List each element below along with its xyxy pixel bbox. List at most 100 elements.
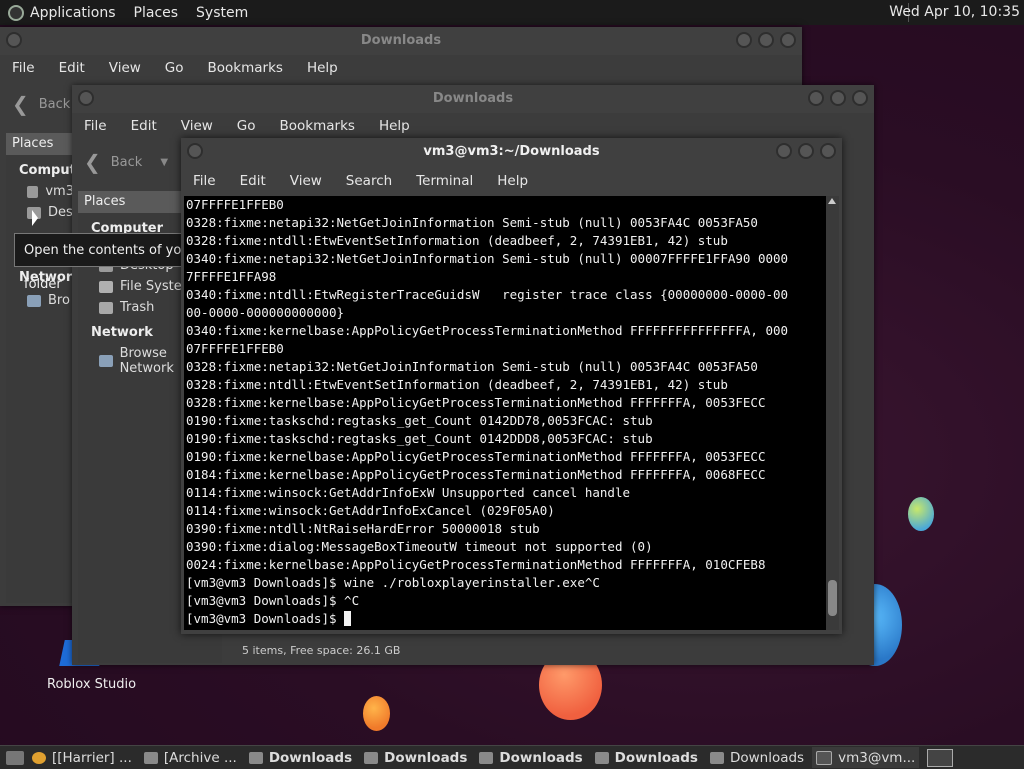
- minimize-button[interactable]: [736, 32, 752, 48]
- maximize-button[interactable]: [798, 143, 814, 159]
- window-menu-button[interactable]: [187, 143, 203, 159]
- close-button[interactable]: [820, 143, 836, 159]
- terminal-line: 0340:fixme:kernelbase:AppPolicyGetProces…: [186, 323, 789, 338]
- terminal-titlebar[interactable]: vm3@vm3:~/Downloads: [181, 138, 842, 166]
- window-title: Downloads: [360, 33, 442, 48]
- menu-bookmarks[interactable]: Bookmarks: [208, 60, 283, 76]
- terminal-scrollbar[interactable]: [826, 196, 839, 630]
- menu-bookmarks[interactable]: Bookmarks: [280, 118, 355, 134]
- window-menu-button[interactable]: [78, 90, 94, 106]
- show-desktop-icon[interactable]: [6, 750, 24, 765]
- menu-go[interactable]: Go: [237, 118, 256, 134]
- menu-file[interactable]: File: [84, 118, 107, 134]
- task-label: vm3@vm...: [838, 749, 916, 766]
- menubar: File Edit View Go Bookmarks Help: [0, 55, 802, 81]
- window-title: vm3@vm3:~/Downloads: [423, 144, 600, 159]
- desktop-decor-orange-small-ball: [363, 696, 390, 731]
- menu-edit[interactable]: Edit: [240, 173, 266, 189]
- terminal-line: 0190:fixme:kernelbase:AppPolicyGetProces…: [186, 449, 766, 464]
- scroll-up-arrow-icon[interactable]: [828, 198, 836, 204]
- scrollbar-thumb[interactable]: [828, 580, 837, 616]
- terminal-line: 0328:fixme:ntdll:EtwEventSetInformation …: [186, 233, 728, 248]
- sidebar: Places Compute vm3 Des Network Bro: [6, 133, 85, 603]
- terminal-window[interactable]: vm3@vm3:~/Downloads File Edit View Searc…: [181, 138, 842, 634]
- close-button[interactable]: [852, 90, 868, 106]
- clock[interactable]: Wed Apr 10, 10:35: [889, 4, 1020, 20]
- terminal-line: [vm3@vm3 Downloads]$ wine ./robloxplayer…: [186, 575, 600, 590]
- menu-edit[interactable]: Edit: [59, 60, 85, 76]
- home-folder-icon: [27, 185, 39, 198]
- terminal-line: 0190:fixme:taskschd:regtasks_get_Count 0…: [186, 413, 653, 428]
- archive-icon: [143, 751, 158, 764]
- terminal-prompt-line[interactable]: [vm3@vm3 Downloads]$: [184, 610, 826, 628]
- folder-icon: [594, 751, 609, 764]
- sidebar-item-label: vm3: [45, 184, 74, 199]
- terminal-line: 0340:fixme:ntdll:EtwRegisterTraceGuidsW …: [186, 287, 789, 302]
- sidebar-item-label: Trash: [120, 300, 155, 315]
- menu-file[interactable]: File: [12, 60, 35, 76]
- minimize-button[interactable]: [808, 90, 824, 106]
- task-downloads-3[interactable]: Downloads: [475, 747, 586, 768]
- workspace-switcher[interactable]: [927, 748, 954, 767]
- task-terminal[interactable]: vm3@vm...: [812, 747, 920, 768]
- menubar: File Edit View Go Bookmarks Help: [72, 113, 874, 139]
- top-panel: Applications Places System Wed Apr 10, 1…: [0, 0, 1024, 25]
- network-icon: [99, 355, 113, 367]
- window-title: Downloads: [432, 91, 514, 106]
- menu-terminal[interactable]: Terminal: [416, 173, 473, 189]
- terminal-menubar: File Edit View Search Terminal Help: [181, 168, 842, 194]
- back-arrow-icon[interactable]: ❮: [12, 92, 29, 116]
- chevron-down-icon[interactable]: ▼: [160, 157, 168, 168]
- menu-view[interactable]: View: [290, 173, 322, 189]
- terminal-line: 0328:fixme:netapi32:NetGetJoinInformatio…: [186, 215, 758, 230]
- menu-system[interactable]: System: [196, 5, 248, 21]
- terminal-line: 0390:fixme:ntdll:NtRaiseHardError 500000…: [186, 521, 540, 536]
- desktop-icon-label[interactable]: Roblox Studio: [47, 677, 136, 692]
- menu-help[interactable]: Help: [497, 173, 528, 189]
- task-label: Downloads: [499, 749, 583, 766]
- terminal-line: 07FFFFE1FFEB0: [186, 341, 284, 356]
- menu-places[interactable]: Places: [134, 5, 179, 21]
- task-downloads-1[interactable]: Downloads: [245, 747, 356, 768]
- close-button[interactable]: [780, 32, 796, 48]
- menu-file[interactable]: File: [193, 173, 216, 189]
- terminal-line: 7FFFFE1FFA98: [186, 269, 277, 284]
- maximize-button[interactable]: [758, 32, 774, 48]
- task-downloads-2[interactable]: Downloads: [360, 747, 471, 768]
- back-button[interactable]: Back: [111, 155, 143, 170]
- desktop-decor-green-ball: [908, 497, 934, 531]
- folder-icon: [364, 751, 379, 764]
- task-downloads-5[interactable]: Downloads: [706, 747, 808, 768]
- back-arrow-icon[interactable]: ❮: [84, 150, 101, 174]
- terminal-prompt: [vm3@vm3 Downloads]$: [186, 611, 345, 626]
- sidebar-places-header[interactable]: Places: [6, 133, 74, 155]
- menu-applications[interactable]: Applications: [30, 5, 116, 21]
- minimize-button[interactable]: [776, 143, 792, 159]
- folder-icon: [709, 751, 724, 764]
- window-titlebar[interactable]: Downloads: [0, 27, 802, 55]
- menu-search[interactable]: Search: [346, 173, 392, 189]
- terminal-line: 0328:fixme:ntdll:EtwEventSetInformation …: [186, 377, 728, 392]
- status-bar: 5 items, Free space: 26.1 GB: [242, 644, 401, 657]
- minimize-button[interactable]: [6, 32, 22, 48]
- sidebar-item-home[interactable]: vm3: [27, 184, 74, 199]
- terminal-line: 0390:fixme:dialog:MessageBoxTimeoutW tim…: [186, 539, 653, 554]
- menu-help[interactable]: Help: [307, 60, 338, 76]
- terminal-output[interactable]: 07FFFFE1FFEB0 0328:fixme:netapi32:NetGet…: [184, 196, 826, 630]
- maximize-button[interactable]: [830, 90, 846, 106]
- menu-help[interactable]: Help: [379, 118, 410, 134]
- menu-go[interactable]: Go: [165, 60, 184, 76]
- sidebar-item-label: Des: [48, 205, 73, 220]
- menu-edit[interactable]: Edit: [131, 118, 157, 134]
- task-archive[interactable]: [Archive ...: [140, 747, 241, 768]
- menu-view[interactable]: View: [181, 118, 213, 134]
- window-titlebar[interactable]: Downloads: [72, 85, 874, 113]
- menu-view[interactable]: View: [109, 60, 141, 76]
- task-chrome[interactable]: [[Harrier] ...: [28, 747, 136, 768]
- folder-icon: [479, 751, 494, 764]
- terminal-line: 0328:fixme:netapi32:NetGetJoinInformatio…: [186, 359, 758, 374]
- back-button[interactable]: Back: [39, 97, 71, 112]
- distro-logo-icon[interactable]: [8, 4, 24, 21]
- task-downloads-4[interactable]: Downloads: [591, 747, 702, 768]
- terminal-line: [vm3@vm3 Downloads]$ ^C: [186, 593, 360, 608]
